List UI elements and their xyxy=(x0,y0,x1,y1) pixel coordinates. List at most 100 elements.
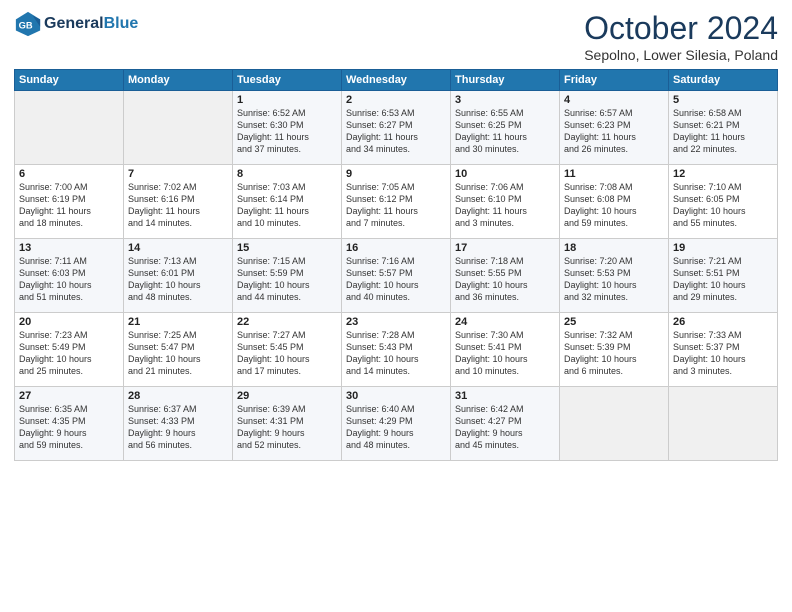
day-cell: 31Sunrise: 6:42 AM Sunset: 4:27 PM Dayli… xyxy=(451,387,560,461)
day-number: 25 xyxy=(564,316,664,328)
day-cell xyxy=(669,387,778,461)
day-number: 10 xyxy=(455,168,555,180)
week-row-2: 6Sunrise: 7:00 AM Sunset: 6:19 PM Daylig… xyxy=(15,165,778,239)
day-number: 19 xyxy=(673,242,773,254)
day-number: 17 xyxy=(455,242,555,254)
day-cell xyxy=(124,91,233,165)
day-info: Sunrise: 6:55 AM Sunset: 6:25 PM Dayligh… xyxy=(455,107,555,156)
day-number: 26 xyxy=(673,316,773,328)
logo-blue: Blue xyxy=(104,15,139,32)
logo: GB GeneralBlue xyxy=(14,10,138,38)
week-row-1: 1Sunrise: 6:52 AM Sunset: 6:30 PM Daylig… xyxy=(15,91,778,165)
month-title: October 2024 xyxy=(584,10,778,47)
header-cell-thursday: Thursday xyxy=(451,70,560,91)
day-info: Sunrise: 7:02 AM Sunset: 6:16 PM Dayligh… xyxy=(128,181,228,230)
day-cell: 11Sunrise: 7:08 AM Sunset: 6:08 PM Dayli… xyxy=(560,165,669,239)
day-cell: 30Sunrise: 6:40 AM Sunset: 4:29 PM Dayli… xyxy=(342,387,451,461)
day-cell: 13Sunrise: 7:11 AM Sunset: 6:03 PM Dayli… xyxy=(15,239,124,313)
day-info: Sunrise: 6:57 AM Sunset: 6:23 PM Dayligh… xyxy=(564,107,664,156)
svg-text:GB: GB xyxy=(19,21,33,31)
day-cell: 28Sunrise: 6:37 AM Sunset: 4:33 PM Dayli… xyxy=(124,387,233,461)
day-number: 21 xyxy=(128,316,228,328)
day-info: Sunrise: 7:16 AM Sunset: 5:57 PM Dayligh… xyxy=(346,255,446,304)
day-info: Sunrise: 7:20 AM Sunset: 5:53 PM Dayligh… xyxy=(564,255,664,304)
day-cell: 17Sunrise: 7:18 AM Sunset: 5:55 PM Dayli… xyxy=(451,239,560,313)
day-number: 14 xyxy=(128,242,228,254)
day-info: Sunrise: 7:15 AM Sunset: 5:59 PM Dayligh… xyxy=(237,255,337,304)
header-cell-tuesday: Tuesday xyxy=(233,70,342,91)
title-area: October 2024 Sepolno, Lower Silesia, Pol… xyxy=(584,10,778,63)
day-number: 15 xyxy=(237,242,337,254)
day-number: 29 xyxy=(237,390,337,402)
day-number: 28 xyxy=(128,390,228,402)
day-number: 20 xyxy=(19,316,119,328)
day-cell: 14Sunrise: 7:13 AM Sunset: 6:01 PM Dayli… xyxy=(124,239,233,313)
day-cell: 9Sunrise: 7:05 AM Sunset: 6:12 PM Daylig… xyxy=(342,165,451,239)
day-cell: 15Sunrise: 7:15 AM Sunset: 5:59 PM Dayli… xyxy=(233,239,342,313)
day-number: 1 xyxy=(237,94,337,106)
day-cell: 27Sunrise: 6:35 AM Sunset: 4:35 PM Dayli… xyxy=(15,387,124,461)
day-cell: 1Sunrise: 6:52 AM Sunset: 6:30 PM Daylig… xyxy=(233,91,342,165)
day-number: 5 xyxy=(673,94,773,106)
day-number: 13 xyxy=(19,242,119,254)
day-cell: 18Sunrise: 7:20 AM Sunset: 5:53 PM Dayli… xyxy=(560,239,669,313)
day-cell: 3Sunrise: 6:55 AM Sunset: 6:25 PM Daylig… xyxy=(451,91,560,165)
day-info: Sunrise: 7:11 AM Sunset: 6:03 PM Dayligh… xyxy=(19,255,119,304)
day-number: 16 xyxy=(346,242,446,254)
week-row-4: 20Sunrise: 7:23 AM Sunset: 5:49 PM Dayli… xyxy=(15,313,778,387)
day-number: 7 xyxy=(128,168,228,180)
subtitle: Sepolno, Lower Silesia, Poland xyxy=(584,47,778,63)
day-info: Sunrise: 6:39 AM Sunset: 4:31 PM Dayligh… xyxy=(237,403,337,452)
day-info: Sunrise: 7:33 AM Sunset: 5:37 PM Dayligh… xyxy=(673,329,773,378)
day-number: 4 xyxy=(564,94,664,106)
header-cell-saturday: Saturday xyxy=(669,70,778,91)
day-info: Sunrise: 6:35 AM Sunset: 4:35 PM Dayligh… xyxy=(19,403,119,452)
page: GB GeneralBlue October 2024 Sepolno, Low… xyxy=(0,0,792,469)
day-cell xyxy=(15,91,124,165)
day-info: Sunrise: 7:27 AM Sunset: 5:45 PM Dayligh… xyxy=(237,329,337,378)
day-cell: 2Sunrise: 6:53 AM Sunset: 6:27 PM Daylig… xyxy=(342,91,451,165)
day-cell: 22Sunrise: 7:27 AM Sunset: 5:45 PM Dayli… xyxy=(233,313,342,387)
day-info: Sunrise: 7:30 AM Sunset: 5:41 PM Dayligh… xyxy=(455,329,555,378)
logo-general: General xyxy=(44,15,104,32)
day-cell: 21Sunrise: 7:25 AM Sunset: 5:47 PM Dayli… xyxy=(124,313,233,387)
day-cell: 8Sunrise: 7:03 AM Sunset: 6:14 PM Daylig… xyxy=(233,165,342,239)
day-number: 8 xyxy=(237,168,337,180)
day-cell: 20Sunrise: 7:23 AM Sunset: 5:49 PM Dayli… xyxy=(15,313,124,387)
day-number: 3 xyxy=(455,94,555,106)
day-cell: 29Sunrise: 6:39 AM Sunset: 4:31 PM Dayli… xyxy=(233,387,342,461)
day-info: Sunrise: 7:28 AM Sunset: 5:43 PM Dayligh… xyxy=(346,329,446,378)
day-cell: 5Sunrise: 6:58 AM Sunset: 6:21 PM Daylig… xyxy=(669,91,778,165)
day-cell: 6Sunrise: 7:00 AM Sunset: 6:19 PM Daylig… xyxy=(15,165,124,239)
day-info: Sunrise: 7:10 AM Sunset: 6:05 PM Dayligh… xyxy=(673,181,773,230)
day-info: Sunrise: 7:05 AM Sunset: 6:12 PM Dayligh… xyxy=(346,181,446,230)
day-number: 27 xyxy=(19,390,119,402)
day-info: Sunrise: 6:40 AM Sunset: 4:29 PM Dayligh… xyxy=(346,403,446,452)
header-cell-sunday: Sunday xyxy=(15,70,124,91)
day-info: Sunrise: 6:58 AM Sunset: 6:21 PM Dayligh… xyxy=(673,107,773,156)
logo-icon: GB xyxy=(14,10,42,38)
header-cell-wednesday: Wednesday xyxy=(342,70,451,91)
day-cell xyxy=(560,387,669,461)
day-info: Sunrise: 6:52 AM Sunset: 6:30 PM Dayligh… xyxy=(237,107,337,156)
day-cell: 25Sunrise: 7:32 AM Sunset: 5:39 PM Dayli… xyxy=(560,313,669,387)
day-info: Sunrise: 7:23 AM Sunset: 5:49 PM Dayligh… xyxy=(19,329,119,378)
day-number: 9 xyxy=(346,168,446,180)
day-info: Sunrise: 6:53 AM Sunset: 6:27 PM Dayligh… xyxy=(346,107,446,156)
day-number: 31 xyxy=(455,390,555,402)
day-number: 24 xyxy=(455,316,555,328)
day-info: Sunrise: 6:42 AM Sunset: 4:27 PM Dayligh… xyxy=(455,403,555,452)
header-cell-friday: Friday xyxy=(560,70,669,91)
header-cell-monday: Monday xyxy=(124,70,233,91)
day-cell: 10Sunrise: 7:06 AM Sunset: 6:10 PM Dayli… xyxy=(451,165,560,239)
day-info: Sunrise: 7:21 AM Sunset: 5:51 PM Dayligh… xyxy=(673,255,773,304)
week-row-3: 13Sunrise: 7:11 AM Sunset: 6:03 PM Dayli… xyxy=(15,239,778,313)
day-number: 23 xyxy=(346,316,446,328)
day-info: Sunrise: 7:06 AM Sunset: 6:10 PM Dayligh… xyxy=(455,181,555,230)
day-number: 18 xyxy=(564,242,664,254)
day-cell: 26Sunrise: 7:33 AM Sunset: 5:37 PM Dayli… xyxy=(669,313,778,387)
week-row-5: 27Sunrise: 6:35 AM Sunset: 4:35 PM Dayli… xyxy=(15,387,778,461)
day-number: 22 xyxy=(237,316,337,328)
header-row: SundayMondayTuesdayWednesdayThursdayFrid… xyxy=(15,70,778,91)
day-info: Sunrise: 7:18 AM Sunset: 5:55 PM Dayligh… xyxy=(455,255,555,304)
